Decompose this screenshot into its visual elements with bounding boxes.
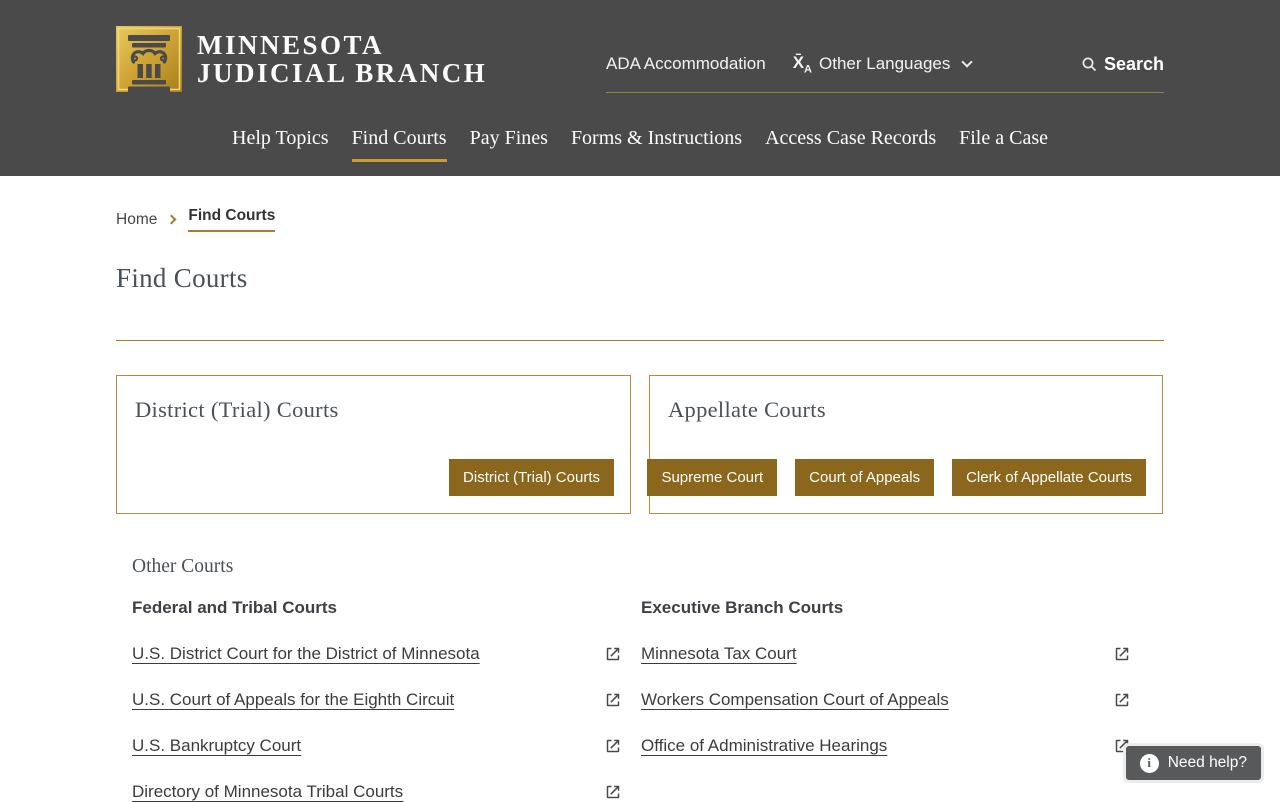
utility-nav: ADA Accommodation X̄A Other Languages Se… [606, 53, 1164, 94]
link-directory-tribal-courts[interactable]: Directory of Minnesota Tribal Courts [132, 782, 403, 802]
breadcrumb: Home Find Courts [116, 207, 1164, 232]
column-header-federal-tribal: Federal and Tribal Courts [132, 598, 337, 617]
nav-item-file-a-case[interactable]: File a Case [959, 127, 1048, 162]
supreme-court-button[interactable]: Supreme Court [647, 459, 778, 496]
external-link-icon[interactable] [1113, 645, 1131, 663]
court-of-appeals-button[interactable]: Court of Appeals [795, 459, 935, 496]
list-item: Workers Compensation Court of Appeals [641, 690, 1131, 710]
main-navigation: Help Topics Find Courts Pay Fines Forms … [116, 127, 1164, 162]
card-title-district-courts: District (Trial) Courts [135, 397, 339, 422]
district-trial-courts-button[interactable]: District (Trial) Courts [449, 459, 614, 496]
external-link-icon[interactable] [604, 645, 622, 663]
list-item: U.S. Bankruptcy Court [132, 736, 622, 756]
need-help-button[interactable]: i Need help? [1122, 743, 1264, 783]
nav-item-forms-instructions[interactable]: Forms & Instructions [571, 127, 742, 162]
breadcrumb-home-link[interactable]: Home [116, 211, 157, 229]
external-link-icon[interactable] [1113, 691, 1131, 709]
link-us-district-court[interactable]: U.S. District Court for the District of … [132, 644, 480, 664]
link-office-administrative-hearings[interactable]: Office of Administrative Hearings [641, 736, 887, 756]
nav-item-pay-fines[interactable]: Pay Fines [470, 127, 548, 162]
link-us-court-of-appeals-eighth[interactable]: U.S. Court of Appeals for the Eighth Cir… [132, 690, 454, 710]
appellate-courts-card: Appellate Courts Supreme Court Court of … [647, 375, 1163, 514]
brand-logo-link[interactable]: MINNESOTA JUDICIAL BRANCH [116, 26, 487, 92]
column-header-executive-branch: Executive Branch Courts [641, 598, 844, 617]
nav-item-find-courts[interactable]: Find Courts [351, 127, 447, 162]
page-title: Find Courts [116, 263, 248, 293]
link-minnesota-tax-court[interactable]: Minnesota Tax Court [641, 644, 797, 664]
other-languages-dropdown[interactable]: X̄A Other Languages [792, 53, 974, 76]
court-cards: District (Trial) Courts District (Trial)… [116, 375, 1164, 514]
search-label: Search [1103, 53, 1164, 74]
external-link-icon[interactable] [604, 783, 622, 801]
need-help-label: Need help? [1167, 754, 1247, 771]
ada-accommodation-link[interactable]: ADA Accommodation [606, 54, 766, 74]
search-icon [1082, 57, 1097, 71]
translate-icon: X̄A [792, 53, 812, 76]
executive-branch-courts-column: Executive Branch Courts Minnesota Tax Co… [641, 598, 1131, 802]
other-courts-section: Other Courts Federal and Tribal Courts U… [116, 556, 1164, 802]
external-link-icon[interactable] [604, 691, 622, 709]
district-trial-courts-card: District (Trial) Courts District (Trial)… [116, 375, 631, 514]
chevron-right-icon [166, 214, 177, 225]
breadcrumb-current-link[interactable]: Find Courts [188, 207, 276, 232]
nav-item-access-case-records[interactable]: Access Case Records [765, 127, 936, 162]
federal-tribal-courts-column: Federal and Tribal Courts U.S. District … [132, 598, 622, 802]
other-courts-title: Other Courts [132, 556, 234, 577]
link-workers-compensation-court[interactable]: Workers Compensation Court of Appeals [641, 690, 949, 710]
list-item: U.S. District Court for the District of … [132, 644, 622, 664]
list-item: Office of Administrative Hearings [641, 736, 1131, 756]
brand-line-2: JUDICIAL BRANCH [197, 58, 488, 88]
nav-item-help-topics[interactable]: Help Topics [232, 127, 329, 162]
brand-line-1: MINNESOTA [197, 30, 385, 60]
list-item: U.S. Court of Appeals for the Eighth Cir… [132, 690, 622, 710]
link-us-bankruptcy-court[interactable]: U.S. Bankruptcy Court [132, 736, 301, 756]
main-content: Home Find Courts Find Courts District (T… [116, 176, 1164, 802]
external-link-icon[interactable] [604, 737, 622, 755]
divider-rule [116, 340, 1164, 341]
search-button[interactable]: Search [1081, 54, 1164, 75]
card-title-appellate-courts: Appellate Courts [668, 397, 826, 422]
other-languages-label: Other Languages [819, 54, 951, 74]
chevron-down-icon [961, 56, 974, 68]
site-header: MINNESOTA JUDICIAL BRANCH ADA Accommodat… [0, 0, 1280, 176]
brand-wordmark: MINNESOTA JUDICIAL BRANCH [197, 31, 487, 87]
info-icon: i [1139, 753, 1159, 773]
column-pillar-icon [116, 26, 182, 92]
list-item: Minnesota Tax Court [641, 644, 1131, 664]
list-item: Directory of Minnesota Tribal Courts [132, 782, 622, 802]
clerk-of-appellate-courts-button[interactable]: Clerk of Appellate Courts [952, 459, 1146, 496]
